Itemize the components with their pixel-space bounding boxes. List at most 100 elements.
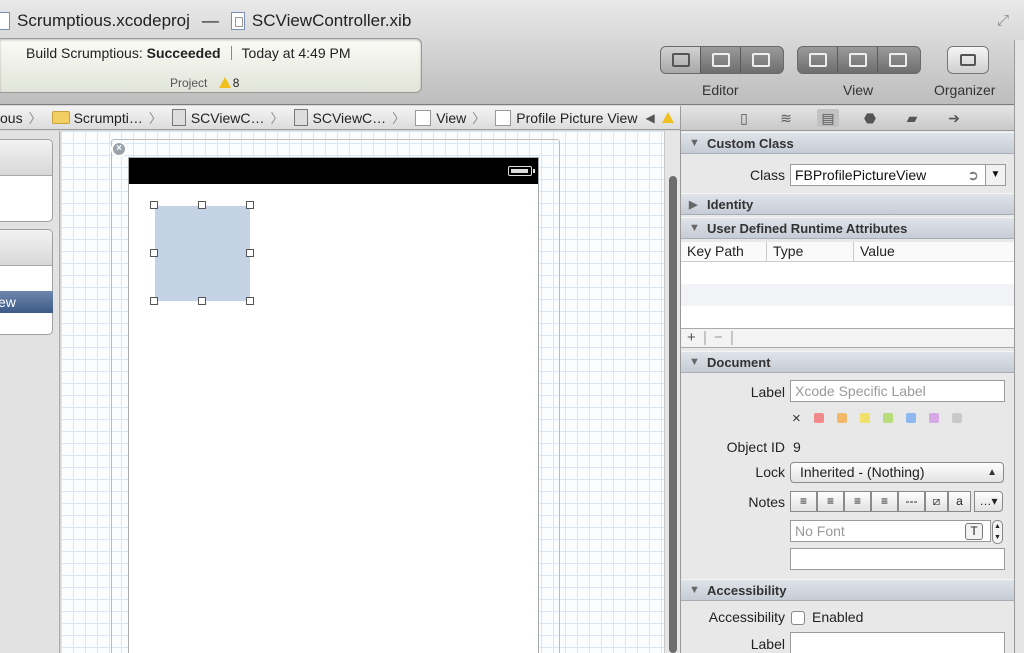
debug-panel-icon (848, 53, 867, 67)
chevron-right-icon: 〉 (148, 111, 162, 126)
disclosure-triangle-open-icon: ▼ (689, 584, 700, 596)
accessibility-label-label: Label (750, 636, 785, 652)
title-separator: — (201, 11, 219, 30)
issue-navigation: ◀ ▶ (645, 111, 680, 125)
connections-inspector-icon[interactable]: ➔ (943, 109, 965, 127)
view-icon (495, 109, 512, 126)
column-header[interactable]: Key Path (681, 242, 767, 261)
previous-issue-icon[interactable]: ◀ (645, 111, 654, 125)
accessibility-enabled-checkbox[interactable] (791, 611, 805, 625)
outline-selected-item[interactable]: ew (0, 291, 53, 313)
jumpbar-item-project[interactable]: ous 〉 (0, 108, 48, 127)
resize-handle[interactable] (150, 201, 158, 209)
color-swatch-yellow[interactable] (860, 413, 870, 423)
runtime-attributes-table[interactable]: Key Path Type Value (681, 242, 1015, 328)
remove-attribute-button[interactable]: − (714, 329, 723, 346)
color-swatch-purple[interactable] (929, 413, 939, 423)
accessibility-label-field[interactable] (790, 632, 1005, 653)
runtime-attributes-header[interactable]: ▼ User Defined Runtime Attributes (681, 217, 1015, 239)
editor-label: Editor (702, 82, 739, 98)
toggle-utilities-button[interactable] (878, 47, 918, 73)
canvas-scrollbar[interactable] (664, 131, 680, 653)
chevron-down-icon[interactable]: ▼ (985, 165, 1005, 185)
align-justify-icon[interactable]: ≡ (871, 491, 898, 512)
align-left-icon[interactable]: ≡ (790, 491, 817, 512)
xcode-label-field[interactable]: Xcode Specific Label (790, 380, 1005, 402)
resize-handle[interactable] (246, 249, 254, 257)
clear-color-icon[interactable]: × (792, 410, 801, 427)
no-color-icon[interactable]: ⧄ (925, 491, 948, 512)
color-swatch-green[interactable] (883, 413, 893, 423)
resize-handle[interactable] (198, 201, 206, 209)
file-inspector-icon[interactable]: ▯ (733, 109, 755, 127)
assistant-editor-icon (711, 53, 730, 67)
text-color-icon[interactable]: a (948, 491, 971, 512)
profile-picture-view[interactable] (150, 201, 254, 305)
color-swatch-red[interactable] (814, 413, 824, 423)
warning-badge[interactable]: 8 (218, 76, 239, 90)
resize-handle[interactable] (198, 297, 206, 305)
notes-label: Notes (748, 494, 785, 510)
chevron-right-icon: 〉 (392, 111, 406, 126)
toggle-navigator-button[interactable] (798, 47, 838, 73)
size-inspector-icon[interactable]: ▰ (901, 109, 923, 127)
build-status-time: Today at 4:49 PM (241, 45, 351, 61)
project-file-icon (0, 12, 10, 30)
document-label-label: Label (750, 384, 785, 400)
attributes-inspector-icon[interactable]: ⬣ (859, 109, 881, 127)
background-window-edge (1014, 40, 1024, 653)
accessibility-header[interactable]: ▼ Accessibility (681, 579, 1015, 601)
jumpbar-item-view[interactable]: View 〉 (411, 108, 491, 127)
organizer-button[interactable] (947, 46, 989, 74)
jumpbar-item-group[interactable]: Scrumpti… 〉 (48, 108, 168, 127)
quick-help-icon[interactable]: ≋ (775, 109, 797, 127)
go-to-class-icon[interactable]: ➲ (967, 165, 979, 185)
color-swatch-gray[interactable] (952, 413, 962, 423)
disclosure-triangle-open-icon: ▼ (689, 137, 700, 149)
organizer-icon (960, 54, 976, 66)
root-view[interactable] (128, 157, 539, 653)
identity-header[interactable]: ▶ Identity (681, 193, 1015, 215)
resize-handle[interactable] (150, 249, 158, 257)
more-options-icon[interactable]: …▾ (974, 491, 1003, 512)
jumpbar-item-file-2[interactable]: SCViewC… 〉 (290, 108, 412, 127)
align-center-icon[interactable]: ≡ (817, 491, 844, 512)
column-header[interactable]: Type (767, 242, 854, 261)
project-title[interactable]: Scrumptious.xcodeproj (17, 11, 190, 31)
font-field[interactable]: No Font (790, 520, 991, 542)
resize-handle[interactable] (246, 297, 254, 305)
font-size-stepper[interactable]: ▲ ▼ (992, 520, 1003, 544)
interface-builder-canvas[interactable]: × (61, 131, 664, 653)
color-swatch-blue[interactable] (906, 413, 916, 423)
add-attribute-button[interactable]: + (687, 329, 696, 346)
build-status-line: Build Scrumptious: Succeeded Today at 4:4… (26, 45, 351, 61)
runtime-attributes-toolbar: + | − | (681, 328, 1015, 348)
close-icon[interactable]: × (111, 141, 127, 157)
document-header[interactable]: ▼ Document (681, 351, 1015, 373)
lock-label: Lock (755, 464, 785, 480)
align-right-icon[interactable]: ≡ (844, 491, 871, 512)
fullscreen-icon[interactable]: ⤢ (994, 12, 1012, 30)
jumpbar-item-profile-picture-view[interactable]: Profile Picture View (491, 109, 637, 126)
scrollbar-thumb[interactable] (669, 176, 677, 653)
file-title[interactable]: SCViewController.xib (252, 11, 411, 31)
activity-project-label: Project (170, 76, 208, 90)
version-editor-button[interactable] (741, 47, 781, 73)
assistant-editor-button[interactable] (701, 47, 741, 73)
jumpbar-item-file[interactable]: SCViewC… 〉 (168, 108, 290, 127)
resize-handle[interactable] (150, 297, 158, 305)
font-picker-icon[interactable]: T (965, 523, 983, 540)
accessibility-label: Accessibility (708, 609, 785, 625)
resize-handle[interactable] (246, 201, 254, 209)
notes-text-field[interactable] (790, 548, 1005, 570)
align-natural-icon[interactable]: --- (898, 491, 925, 512)
toggle-debug-area-button[interactable] (838, 47, 878, 73)
color-swatch-orange[interactable] (837, 413, 847, 423)
identity-inspector-icon[interactable]: ▤ (817, 109, 839, 127)
column-header[interactable]: Value (854, 242, 1015, 261)
warning-icon[interactable] (661, 112, 674, 123)
class-combobox[interactable]: FBProfilePictureView ➲ ▼ (790, 164, 1006, 186)
lock-popup[interactable]: Inherited - (Nothing) ▲ (790, 462, 1004, 483)
custom-class-header[interactable]: ▼ Custom Class (681, 132, 1015, 154)
standard-editor-button[interactable] (661, 47, 701, 73)
